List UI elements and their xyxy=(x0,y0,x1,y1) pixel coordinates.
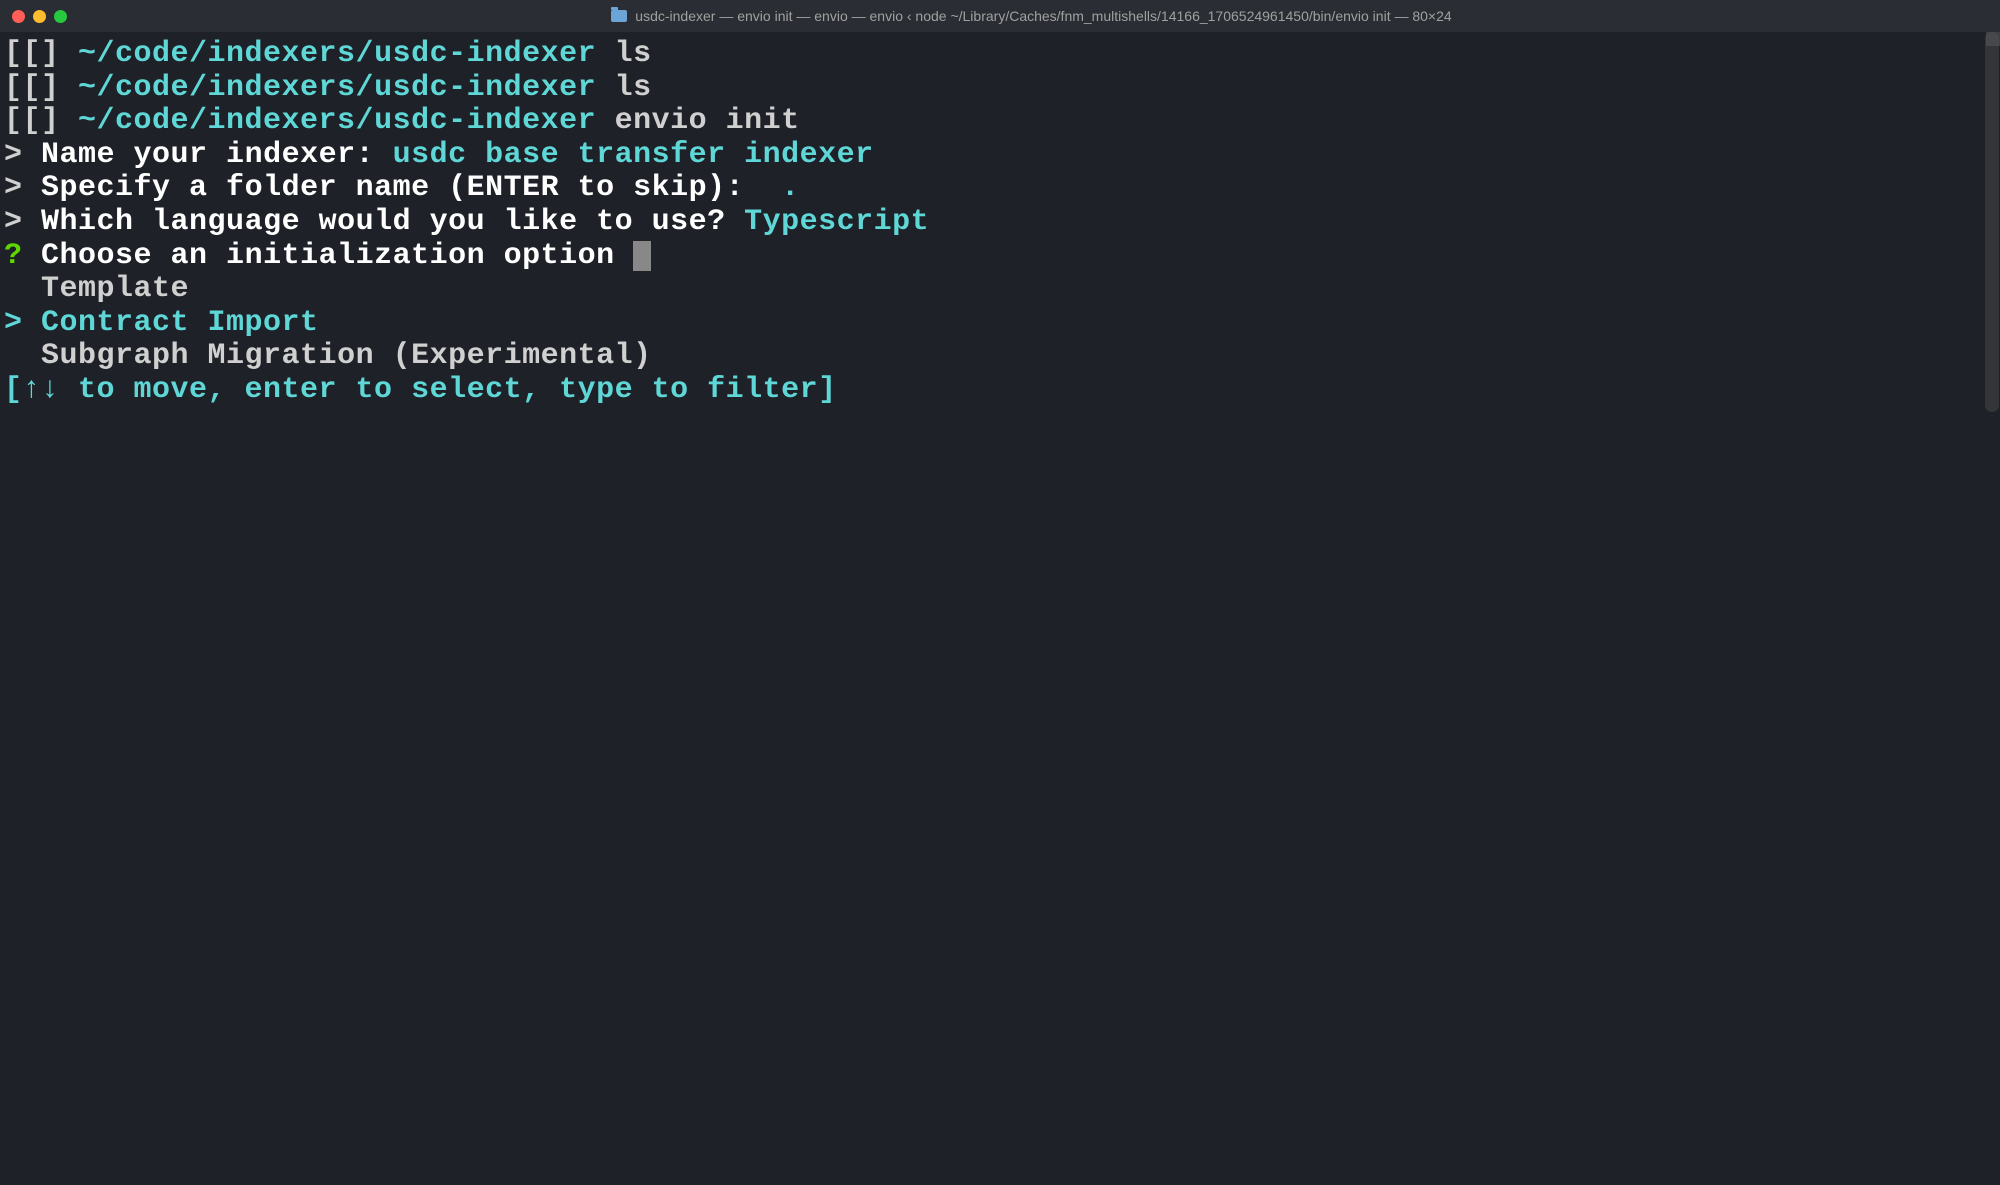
scrollbar-track[interactable] xyxy=(1984,32,2000,1185)
navigation-hint: [↑↓ to move, enter to select, type to fi… xyxy=(4,374,1996,408)
answered-marker: > xyxy=(4,171,23,205)
qa-folder: > Specify a folder name (ENTER to skip):… xyxy=(4,172,1996,206)
prompt-bracket: [[] xyxy=(4,71,78,105)
name-label: Name your indexer: xyxy=(41,138,393,172)
titlebar: usdc-indexer — envio init — envio — envi… xyxy=(0,0,2000,32)
window-title: usdc-indexer — envio init — envio — envi… xyxy=(635,8,1451,24)
language-label: Which language would you like to use? xyxy=(41,205,744,239)
folder-icon xyxy=(611,10,627,22)
folder-answer: . xyxy=(781,171,800,205)
qa-init-option: ? Choose an initialization option xyxy=(4,240,1996,274)
command-ls-1: ls xyxy=(615,37,652,71)
option-subgraph-label: Subgraph Migration (Experimental) xyxy=(41,339,652,373)
init-option-label: Choose an initialization option xyxy=(41,239,633,273)
option-indent xyxy=(4,339,41,373)
option-template[interactable]: Template xyxy=(4,273,1996,307)
close-button[interactable] xyxy=(12,10,25,23)
terminal-output[interactable]: [[] ~/code/indexers/usdc-indexer ls [[] … xyxy=(0,32,2000,414)
prompt-line-2: [[] ~/code/indexers/usdc-indexer ls xyxy=(4,72,1996,106)
prompt-path: ~/code/indexers/usdc-indexer xyxy=(78,37,596,71)
prompt-bracket: [[] xyxy=(4,104,78,138)
hint-text: [↑↓ to move, enter to select, type to fi… xyxy=(4,373,837,407)
selection-marker: > xyxy=(4,306,41,340)
qa-name: > Name your indexer: usdc base transfer … xyxy=(4,139,1996,173)
minimize-button[interactable] xyxy=(33,10,46,23)
prompt-line-3: [[] ~/code/indexers/usdc-indexer envio i… xyxy=(4,105,1996,139)
traffic-lights xyxy=(12,10,67,23)
scrollbar-thumb[interactable] xyxy=(1985,32,1999,412)
option-contract-import[interactable]: > Contract Import xyxy=(4,307,1996,341)
prompt-line-1: [[] ~/code/indexers/usdc-indexer ls xyxy=(4,38,1996,72)
language-answer: Typescript xyxy=(744,205,929,239)
option-contract-import-label: Contract Import xyxy=(41,306,319,340)
option-indent xyxy=(4,272,41,306)
answered-marker: > xyxy=(4,138,23,172)
cursor xyxy=(633,241,651,271)
option-template-label: Template xyxy=(41,272,189,306)
command-ls-2: ls xyxy=(615,71,652,105)
question-marker: ? xyxy=(4,239,23,273)
qa-language: > Which language would you like to use? … xyxy=(4,206,1996,240)
prompt-bracket: [[] xyxy=(4,37,78,71)
folder-label: Specify a folder name (ENTER to skip): xyxy=(41,171,781,205)
command-envio-init: envio init xyxy=(615,104,800,138)
prompt-path: ~/code/indexers/usdc-indexer xyxy=(78,71,596,105)
answered-marker: > xyxy=(4,205,23,239)
option-subgraph-migration[interactable]: Subgraph Migration (Experimental) xyxy=(4,340,1996,374)
title-wrap: usdc-indexer — envio init — envio — envi… xyxy=(75,8,1988,24)
maximize-button[interactable] xyxy=(54,10,67,23)
prompt-path: ~/code/indexers/usdc-indexer xyxy=(78,104,596,138)
name-answer: usdc base transfer indexer xyxy=(393,138,874,172)
